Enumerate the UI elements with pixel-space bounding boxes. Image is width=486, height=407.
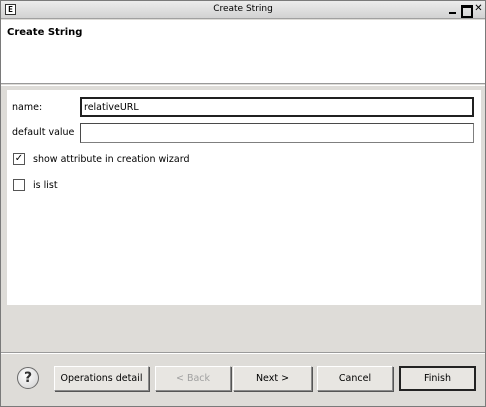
finish-button[interactable]: Finish (399, 366, 476, 391)
operations-detail-button[interactable]: Operations detail (54, 366, 149, 391)
window-title: Create String (213, 4, 273, 14)
banner-divider (1, 85, 485, 86)
default-value-field[interactable] (80, 123, 474, 143)
minimize-icon[interactable] (447, 4, 458, 15)
back-button[interactable]: < Back (155, 366, 231, 391)
form-panel: name: default value ✓ show attribute in … (7, 90, 481, 305)
default-value-label: default value (12, 127, 75, 138)
cancel-button[interactable]: Cancel (317, 366, 393, 391)
wizard-banner: Create String (1, 20, 485, 84)
show-attribute-label[interactable]: show attribute in creation wizard (33, 154, 190, 165)
name-label: name: (12, 102, 43, 113)
help-icon[interactable]: ? (17, 367, 39, 389)
check-icon: ✓ (14, 153, 24, 164)
button-bar-divider-highlight (1, 353, 485, 354)
is-list-label[interactable]: is list (33, 180, 58, 191)
title-bar[interactable]: E Create String ✕ (1, 1, 485, 19)
show-attribute-checkbox[interactable]: ✓ (13, 153, 25, 165)
is-list-checkbox[interactable] (13, 179, 25, 191)
close-icon[interactable]: ✕ (473, 4, 484, 15)
create-string-dialog: E Create String ✕ Create String name: de… (0, 0, 486, 407)
page-title: Create String (7, 27, 83, 38)
next-button[interactable]: Next > (233, 366, 312, 391)
name-field[interactable] (80, 97, 474, 117)
maximize-icon[interactable] (460, 4, 473, 18)
